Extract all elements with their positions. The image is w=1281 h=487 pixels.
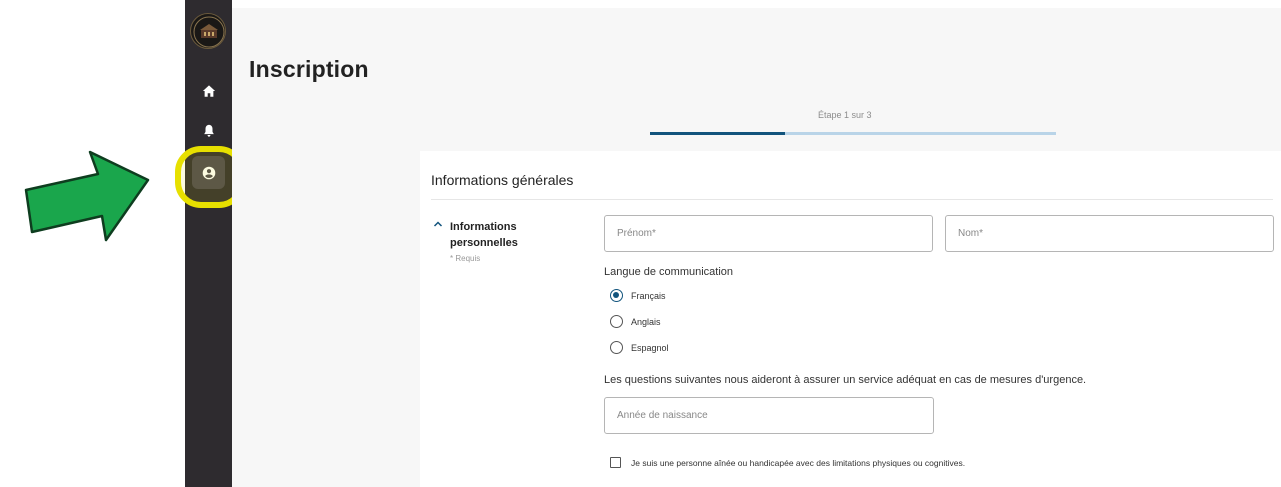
radio-anglais[interactable]: Anglais bbox=[610, 315, 661, 328]
step-indicator: Étape 1 sur 3 bbox=[818, 110, 872, 120]
sidebar bbox=[185, 0, 232, 487]
radio-label: Anglais bbox=[631, 316, 661, 327]
bell-icon bbox=[203, 124, 214, 137]
last-name-input[interactable] bbox=[945, 215, 1274, 252]
home-icon bbox=[202, 84, 215, 97]
radio-espagnol[interactable]: Espagnol bbox=[610, 341, 669, 354]
senior-checkbox-row[interactable]: Je suis une personne aînée ou handicapée… bbox=[610, 457, 965, 468]
radio-label: Français bbox=[631, 290, 666, 301]
nav-notifications-button[interactable] bbox=[192, 114, 225, 147]
progress-bar bbox=[650, 132, 1056, 135]
radio-button[interactable] bbox=[610, 341, 623, 354]
progress-fill bbox=[650, 132, 786, 135]
required-note: * Requis bbox=[450, 254, 481, 263]
nav-profile-button[interactable] bbox=[192, 156, 225, 189]
form-card: Informations générales Informations pers… bbox=[420, 151, 1281, 487]
language-label: Langue de communication bbox=[604, 266, 734, 278]
radio-button[interactable] bbox=[610, 289, 623, 302]
radio-button[interactable] bbox=[610, 315, 623, 328]
main-content: Inscription Étape 1 sur 3 Informations g… bbox=[232, 8, 1281, 487]
screen: Inscription Étape 1 sur 3 Informations g… bbox=[0, 0, 1281, 487]
chevron-up-icon bbox=[433, 221, 443, 227]
birth-year-input[interactable] bbox=[604, 397, 934, 434]
page-title: Inscription bbox=[249, 56, 369, 82]
organization-logo[interactable] bbox=[190, 13, 226, 49]
senior-checkbox-label: Je suis une personne aînée ou handicapée… bbox=[631, 457, 966, 468]
senior-checkbox[interactable] bbox=[610, 457, 621, 468]
first-name-input[interactable] bbox=[604, 215, 933, 252]
radio-francais[interactable]: Français bbox=[610, 289, 666, 302]
nav-home-button[interactable] bbox=[192, 74, 225, 107]
annotation-arrow-icon bbox=[24, 150, 150, 242]
section-divider bbox=[431, 199, 1273, 200]
radio-label: Espagnol bbox=[631, 342, 669, 353]
section-title: Informations générales bbox=[431, 172, 574, 188]
emergency-help-text: Les questions suivantes nous aideront à … bbox=[604, 374, 1087, 386]
user-circle-icon bbox=[202, 166, 215, 179]
subsection-label: Informations personnelles bbox=[450, 221, 518, 249]
